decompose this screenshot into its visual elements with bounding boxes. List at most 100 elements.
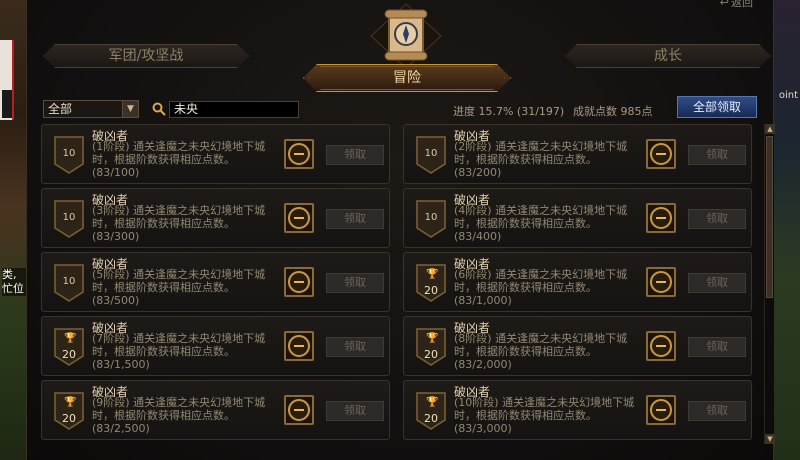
achievement-card: 🏆 20 破凶者 (10阶段) 通关逢魔之未央幻境地下城时，根据阶数获得相应点数。 (8… <box>403 380 752 440</box>
scroll-down-icon[interactable]: ▼ <box>765 434 775 444</box>
trophy-badge-icon: 🏆 20 <box>54 392 84 430</box>
achievement-description: (4阶段) 通关逢魔之未央幻境地下城时，根据阶数获得相应点数。 (83/400) <box>454 204 644 243</box>
achievement-description: (7阶段) 通关逢魔之未央幻境地下城时，根据阶数获得相应点数。 (83/1,500… <box>92 332 282 371</box>
achievement-progress: (83/500) <box>92 294 140 307</box>
achievement-progress: (83/1,500) <box>92 358 150 371</box>
achievement-card: 10 破凶者 (5阶段) 通关逢魔之未央幻境地下城时，根据阶数获得相应点数。 (83/… <box>41 252 390 312</box>
claim-all-button[interactable]: 全部领取 <box>677 96 757 118</box>
achievement-desc-text: (7阶段) 通关逢魔之未央幻境地下城时，根据阶数获得相应点数。 <box>92 332 266 358</box>
achievement-card: 10 破凶者 (2阶段) 通关逢魔之未央幻境地下城时，根据阶数获得相应点数。 (83/… <box>403 124 752 184</box>
badge-points: 20 <box>62 412 76 425</box>
scroll-thumb[interactable] <box>766 136 773 298</box>
claim-button[interactable]: 领取 <box>326 209 384 229</box>
tab-adventure[interactable]: 冒险 <box>303 64 511 92</box>
achievement-description: (8阶段) 通关逢魔之未央幻境地下城时，根据阶数获得相应点数。 (83/2,000… <box>454 332 644 371</box>
category-dropdown[interactable]: 全部 ▼ <box>43 100 139 118</box>
trophy-icon: 🏆 <box>64 333 77 344</box>
game-background-left: 类, 忙位 <box>0 0 26 460</box>
trophy-badge-icon: 🏆 20 <box>416 328 446 366</box>
achievement-description: (5阶段) 通关逢魔之未央幻境地下城时，根据阶数获得相应点数。 (83/500) <box>92 268 282 307</box>
achievement-desc-text: (2阶段) 通关逢魔之未央幻境地下城时，根据阶数获得相应点数。 <box>454 140 628 166</box>
claim-button[interactable]: 领取 <box>688 401 746 421</box>
achievement-progress: (83/200) <box>454 166 502 179</box>
achievement-desc-text: (3阶段) 通关逢魔之未央幻境地下城时，根据阶数获得相应点数。 <box>92 204 266 230</box>
reward-emblem-icon <box>288 271 310 293</box>
points-badge-icon: 10 <box>416 200 446 238</box>
claim-button[interactable]: 领取 <box>326 337 384 357</box>
trophy-badge-icon: 🏆 20 <box>416 264 446 302</box>
achievement-desc-text: (8阶段) 通关逢魔之未央幻境地下城时，根据阶数获得相应点数。 <box>454 332 628 358</box>
achievement-description: (1阶段) 通关逢魔之未央幻境地下城时，根据阶数获得相应点数。 (83/100) <box>92 140 282 179</box>
claim-button[interactable]: 领取 <box>688 145 746 165</box>
reward-emblem-icon <box>650 143 672 165</box>
trophy-icon: 🏆 <box>426 333 439 344</box>
reward-item-icon[interactable] <box>646 395 676 425</box>
tab-legion-siege[interactable]: 军团/攻坚战 <box>43 44 249 68</box>
achievement-window: ↩ 返回 军团/攻坚战 成长 冒险 全部 ▼ 未央 进度 15.7% (31/19… <box>26 0 775 460</box>
trophy-icon: 🏆 <box>64 397 77 408</box>
achievement-desc-text: (6阶段) 通关逢魔之未央幻境地下城时，根据阶数获得相应点数。 <box>454 268 628 294</box>
claim-button[interactable]: 领取 <box>688 337 746 357</box>
badge-points: 20 <box>424 284 438 297</box>
claim-button[interactable]: 领取 <box>326 273 384 293</box>
return-arrow-icon: ↩ <box>719 0 729 9</box>
reward-emblem-icon <box>650 399 672 421</box>
scroll-up-icon[interactable]: ▲ <box>765 124 775 134</box>
achievement-desc-text: (4阶段) 通关逢魔之未央幻境地下城时，根据阶数获得相应点数。 <box>454 204 628 230</box>
claim-button[interactable]: 领取 <box>688 209 746 229</box>
reward-item-icon[interactable] <box>284 395 314 425</box>
achievement-card: 🏆 20 破凶者 (8阶段) 通关逢魔之未央幻境地下城时，根据阶数获得相应点数。 (83… <box>403 316 752 376</box>
achievement-desc-text: (10阶段) 通关逢魔之未央幻境地下城时，根据阶数获得相应点数。 <box>454 396 635 422</box>
search-icon <box>152 102 166 116</box>
chevron-down-icon[interactable]: ▼ <box>122 101 138 117</box>
reward-emblem-icon <box>288 335 310 357</box>
reward-item-icon[interactable] <box>646 267 676 297</box>
reward-item-icon[interactable] <box>284 139 314 169</box>
background-chat-text: 类, 忙位 <box>2 268 26 296</box>
claim-button[interactable]: 领取 <box>326 145 384 165</box>
achievement-progress: (83/400) <box>454 230 502 243</box>
badge-points: 20 <box>62 348 76 361</box>
points-badge-icon: 10 <box>416 136 446 174</box>
reward-emblem-icon <box>650 335 672 357</box>
trophy-badge-icon: 🏆 20 <box>54 328 84 366</box>
achievement-progress: (83/3,000) <box>454 422 512 435</box>
badge-points: 10 <box>424 212 438 223</box>
reward-emblem-icon <box>650 207 672 229</box>
tab-growth[interactable]: 成长 <box>565 44 771 68</box>
achievement-desc-text: (1阶段) 通关逢魔之未央幻境地下城时，根据阶数获得相应点数。 <box>92 140 266 166</box>
achievement-card: 10 破凶者 (1阶段) 通关逢魔之未央幻境地下城时，根据阶数获得相应点数。 (83/… <box>41 124 390 184</box>
reward-item-icon[interactable] <box>646 331 676 361</box>
achievement-progress: (83/1,000) <box>454 294 512 307</box>
reward-emblem-icon <box>650 271 672 293</box>
achievement-card: 🏆 20 破凶者 (9阶段) 通关逢魔之未央幻境地下城时，根据阶数获得相应点数。 (83… <box>41 380 390 440</box>
back-button[interactable]: ↩ 返回 <box>720 0 753 10</box>
search-input[interactable]: 未央 <box>169 101 299 118</box>
achievement-progress: (83/300) <box>92 230 140 243</box>
badge-points: 20 <box>424 348 438 361</box>
points-badge-icon: 10 <box>54 264 84 302</box>
reward-item-icon[interactable] <box>284 267 314 297</box>
badge-points: 20 <box>424 412 438 425</box>
badge-points: 10 <box>62 212 76 223</box>
reward-emblem-icon <box>288 143 310 165</box>
scrollbar[interactable]: ▲ ▼ <box>764 124 775 444</box>
trophy-badge-icon: 🏆 20 <box>416 392 446 430</box>
progress-summary: 进度 15.7% (31/197) <box>453 105 565 118</box>
achievement-desc-text: (9阶段) 通关逢魔之未央幻境地下城时，根据阶数获得相应点数。 <box>92 396 266 422</box>
reward-item-icon[interactable] <box>284 203 314 233</box>
reward-item-icon[interactable] <box>284 331 314 361</box>
badge-points: 10 <box>62 276 76 287</box>
achievement-description: (3阶段) 通关逢魔之未央幻境地下城时，根据阶数获得相应点数。 (83/300) <box>92 204 282 243</box>
scroll-compass-emblem-icon <box>370 3 442 68</box>
achievement-card: 🏆 20 破凶者 (6阶段) 通关逢魔之未央幻境地下城时，根据阶数获得相应点数。 (83… <box>403 252 752 312</box>
reward-item-icon[interactable] <box>646 203 676 233</box>
achievement-description: (9阶段) 通关逢魔之未央幻境地下城时，根据阶数获得相应点数。 (83/2,500… <box>92 396 282 435</box>
badge-points: 10 <box>62 148 76 159</box>
trophy-icon: 🏆 <box>426 397 439 408</box>
claim-button[interactable]: 领取 <box>326 401 384 421</box>
reward-emblem-icon <box>288 207 310 229</box>
reward-item-icon[interactable] <box>646 139 676 169</box>
achievement-card: 🏆 20 破凶者 (7阶段) 通关逢魔之未央幻境地下城时，根据阶数获得相应点数。 (83… <box>41 316 390 376</box>
claim-button[interactable]: 领取 <box>688 273 746 293</box>
